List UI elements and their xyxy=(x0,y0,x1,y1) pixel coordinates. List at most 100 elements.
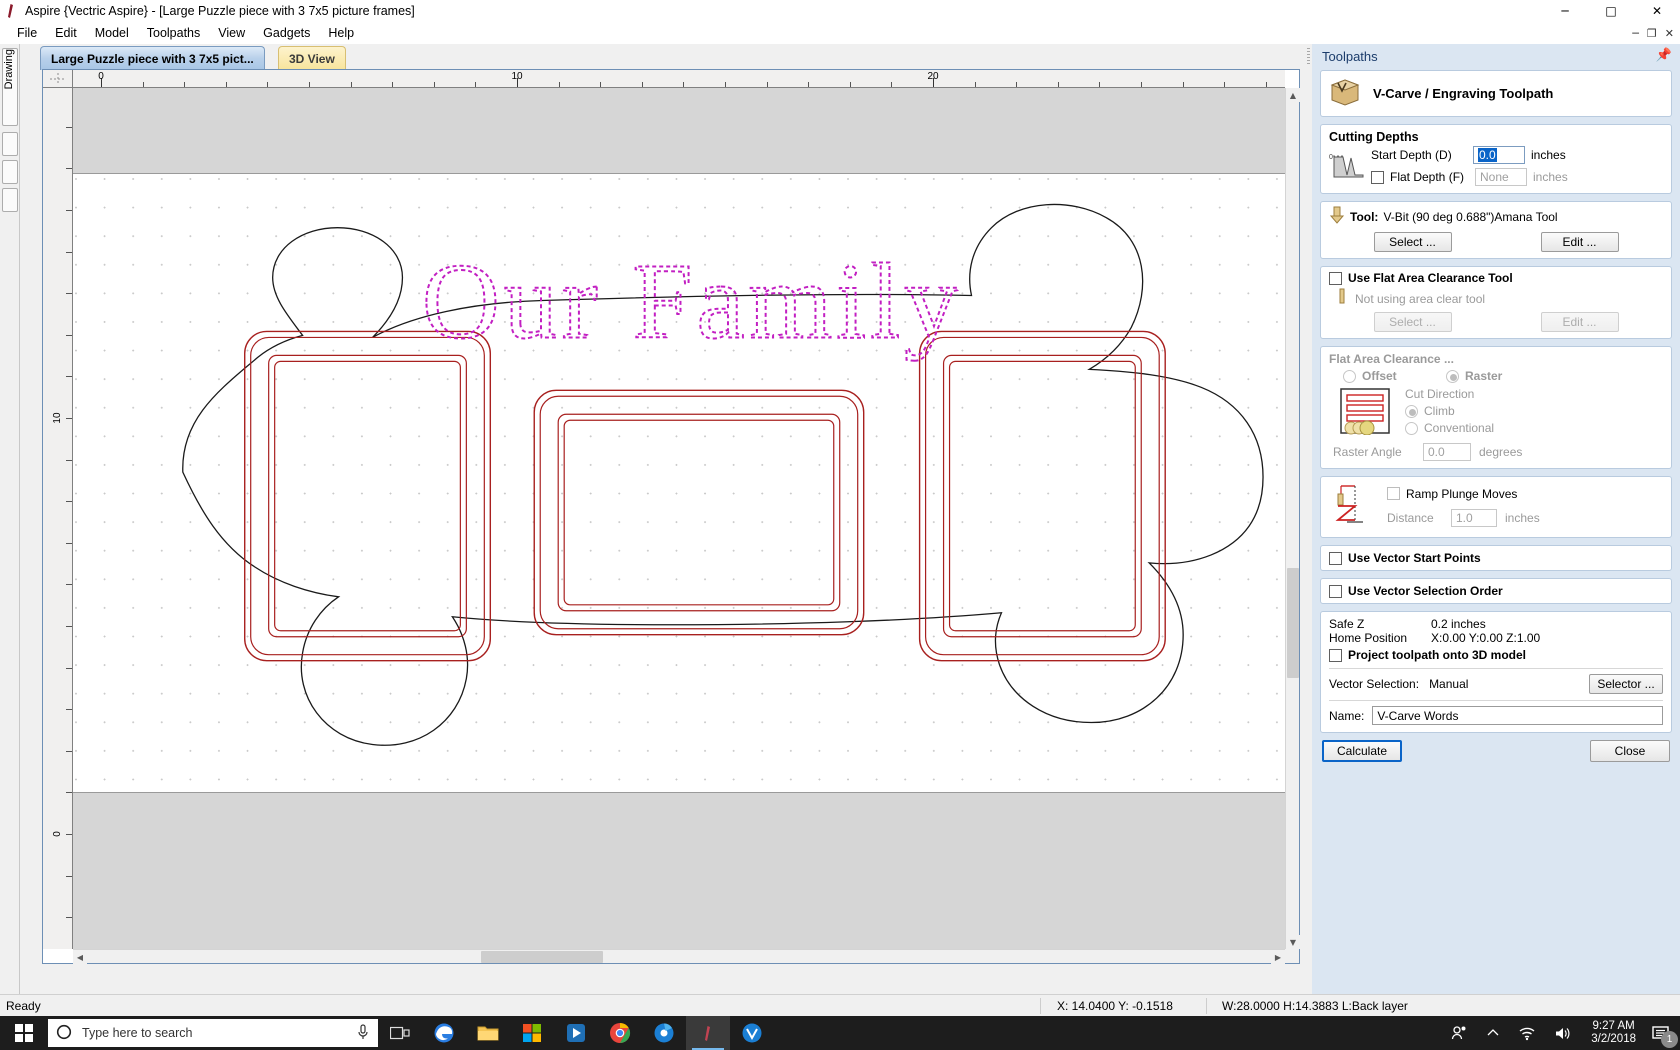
toolpath-name-input[interactable]: V-Carve Words xyxy=(1372,706,1663,725)
tool-group: Tool: V-Bit (90 deg 0.688")Amana Tool Se… xyxy=(1320,201,1672,259)
area-clearance-edit-button[interactable]: Edit ... xyxy=(1540,312,1619,332)
flat-depth-input[interactable]: None xyxy=(1475,168,1527,186)
tab-large-puzzle-piece[interactable]: Large Puzzle piece with 3 7x5 pict... xyxy=(40,46,265,70)
dock-tab-drawing[interactable]: Drawing xyxy=(2,48,18,126)
cutting-depths-group: Cutting Depths 0 Start Depth (D) 0.0 inc… xyxy=(1320,124,1672,194)
menu-file[interactable]: File xyxy=(8,24,46,42)
raster-angle-units: degrees xyxy=(1479,445,1523,459)
ruler-minor-tick xyxy=(974,82,976,87)
area-clearance-select-button[interactable]: Select ... xyxy=(1373,312,1452,332)
ramp-distance-input[interactable]: 1.0 xyxy=(1451,508,1497,527)
scroll-up-arrow[interactable]: ▲ xyxy=(1286,88,1300,102)
artwork-text-vector: Our Family xyxy=(422,242,962,361)
start-depth-units: inches xyxy=(1531,148,1566,162)
menu-gadgets[interactable]: Gadgets xyxy=(254,24,319,42)
scroll-down-arrow[interactable]: ▼ xyxy=(1286,935,1300,949)
ruler-minor-tick xyxy=(66,917,72,919)
microphone-icon[interactable] xyxy=(356,1023,370,1043)
ruler-origin-box[interactable] xyxy=(43,70,73,88)
picture-frame-middle xyxy=(533,389,865,636)
canvas-vertical-scrollbar[interactable]: ▲ ▼ xyxy=(1285,88,1300,949)
wifi-icon[interactable] xyxy=(1509,1016,1545,1050)
document-minimize-button[interactable]: ─ xyxy=(1632,27,1639,40)
document-close-button[interactable]: ✕ xyxy=(1665,27,1674,40)
menu-help[interactable]: Help xyxy=(319,24,363,42)
microsoft-store-icon[interactable] xyxy=(510,1016,554,1050)
tool-edit-button[interactable]: Edit ... xyxy=(1540,232,1619,252)
chrome-browser-icon[interactable] xyxy=(598,1016,642,1050)
ramp-distance-units: inches xyxy=(1505,510,1540,525)
search-circle-icon xyxy=(56,1024,72,1043)
vcarve-app-icon[interactable] xyxy=(730,1016,774,1050)
canvas-horizontal-scrollbar[interactable]: ◀ ▶ xyxy=(73,949,1285,964)
project-toolpath-checkbox[interactable] xyxy=(1329,648,1342,662)
conventional-radio[interactable] xyxy=(1405,421,1418,435)
ruler-minor-tick xyxy=(309,82,310,87)
people-icon[interactable] xyxy=(1441,1016,1477,1050)
tab-3d-view[interactable]: 3D View xyxy=(278,46,346,70)
scroll-left-arrow[interactable]: ◀ xyxy=(73,950,87,964)
close-toolpath-button[interactable]: Close xyxy=(1590,740,1670,762)
flat-area-clearance-title: Flat Area Clearance ... xyxy=(1329,352,1454,366)
tool-down-arrow-icon xyxy=(1329,206,1345,227)
aspire-app-icon[interactable] xyxy=(686,1016,730,1050)
ruler-minor-tick xyxy=(184,82,186,87)
use-flat-area-clearance-tool-checkbox[interactable] xyxy=(1329,271,1342,285)
dock-tab-3[interactable] xyxy=(2,160,18,184)
speaker-icon[interactable] xyxy=(1545,1016,1581,1050)
start-depth-input[interactable]: 0.0 xyxy=(1473,146,1525,164)
vertical-scroll-thumb[interactable] xyxy=(1287,568,1299,678)
ruler-minor-tick xyxy=(641,82,643,87)
horizontal-scroll-thumb[interactable] xyxy=(481,951,603,963)
ramp-plunge-checkbox[interactable] xyxy=(1387,487,1400,500)
use-vector-start-points-checkbox[interactable] xyxy=(1329,551,1342,565)
climb-radio[interactable] xyxy=(1405,404,1418,418)
ruler-minor-tick xyxy=(267,82,269,87)
ruler-minor-tick xyxy=(66,584,72,586)
picture-frame-left xyxy=(244,330,492,662)
raster-angle-input[interactable]: 0.0 xyxy=(1423,443,1471,461)
menu-view[interactable]: View xyxy=(209,24,254,42)
project-toolpath-label: Project toolpath onto 3D model xyxy=(1348,648,1527,662)
offset-radio[interactable] xyxy=(1343,369,1356,383)
document-tab-strip: Large Puzzle piece with 3 7x5 pict... 3D… xyxy=(20,44,1305,70)
document-restore-button[interactable]: ❐ xyxy=(1647,27,1657,40)
taskbar-clock[interactable]: 9:27 AM 3/2/2018 xyxy=(1581,1020,1646,1046)
drawing-canvas[interactable]: Our Family xyxy=(73,88,1285,949)
dock-tab-4[interactable] xyxy=(2,188,18,212)
file-explorer-icon[interactable] xyxy=(466,1016,510,1050)
vector-selector-button[interactable]: Selector ... xyxy=(1589,674,1663,694)
chevron-up-icon[interactable] xyxy=(1477,1016,1509,1050)
raster-radio[interactable] xyxy=(1446,369,1459,383)
menu-toolpaths[interactable]: Toolpaths xyxy=(138,24,210,42)
scroll-right-arrow[interactable]: ▶ xyxy=(1271,950,1285,964)
minimize-button[interactable]: ─ xyxy=(1542,0,1588,22)
ramp-distance-label: Distance xyxy=(1387,510,1434,525)
maximize-button[interactable]: □ xyxy=(1588,0,1634,22)
flat-depth-checkbox[interactable] xyxy=(1371,170,1384,184)
pin-icon[interactable]: 📌 xyxy=(1656,48,1672,63)
photo-viewer-icon[interactable] xyxy=(642,1016,686,1050)
taskbar-search-box[interactable]: Type here to search xyxy=(48,1019,378,1047)
ruler-label: 0 xyxy=(52,831,63,837)
task-view-icon[interactable] xyxy=(378,1016,422,1050)
dock-tab-2[interactable] xyxy=(2,132,18,156)
panel-splitter[interactable] xyxy=(1305,44,1312,994)
use-vector-selection-order-checkbox[interactable] xyxy=(1329,584,1342,598)
media-player-icon[interactable] xyxy=(554,1016,598,1050)
home-position-label: Home Position xyxy=(1329,631,1408,645)
notification-icon[interactable]: 1 xyxy=(1646,1016,1678,1050)
calculate-button[interactable]: Calculate xyxy=(1322,740,1402,762)
start-depth-label: Start Depth (D) xyxy=(1371,148,1452,162)
menu-model[interactable]: Model xyxy=(86,24,138,42)
ruler-minor-tick xyxy=(350,82,352,87)
toolpaths-panel-body: V-Carve / Engraving Toolpath Cutting Dep… xyxy=(1320,70,1672,994)
taskbar-time: 9:27 AM xyxy=(1592,1020,1635,1032)
tool-select-button[interactable]: Select ... xyxy=(1373,232,1452,252)
use-vector-start-points-label: Use Vector Start Points xyxy=(1348,551,1481,565)
menu-edit[interactable]: Edit xyxy=(46,24,86,42)
windows-start-icon[interactable] xyxy=(0,1016,48,1050)
edge-browser-icon[interactable] xyxy=(422,1016,466,1050)
window-title: Aspire {Vectric Aspire} - [Large Puzzle … xyxy=(25,4,415,18)
close-button[interactable]: ✕ xyxy=(1634,0,1680,22)
